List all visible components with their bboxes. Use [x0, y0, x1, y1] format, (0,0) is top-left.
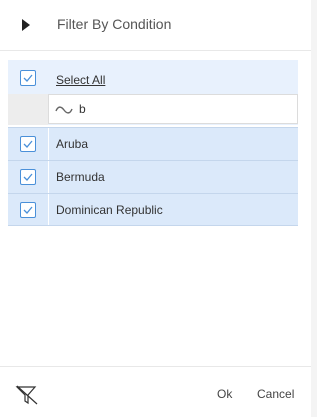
- cancel-button[interactable]: Cancel: [257, 387, 294, 401]
- list-item-label: Dominican Republic: [56, 203, 163, 217]
- ok-button[interactable]: Ok: [217, 387, 232, 401]
- clear-filter-icon[interactable]: [15, 385, 39, 410]
- list-item-checkbox[interactable]: [20, 202, 36, 218]
- filter-by-condition-label[interactable]: Filter By Condition: [57, 16, 171, 32]
- list-item[interactable]: Dominican Republic: [8, 193, 298, 226]
- list-item[interactable]: Aruba: [8, 127, 298, 160]
- list-item-check-cell: [8, 161, 49, 193]
- filter-header: Filter By Condition: [0, 0, 311, 51]
- search-box[interactable]: [48, 94, 298, 124]
- check-icon: [23, 74, 33, 82]
- filter-footer: Ok Cancel: [0, 366, 311, 418]
- list-item-checkbox[interactable]: [20, 136, 36, 152]
- list-item-label: Aruba: [56, 137, 89, 151]
- check-icon: [23, 173, 33, 181]
- search-input[interactable]: [79, 101, 279, 117]
- list-item[interactable]: Bermuda: [8, 160, 298, 193]
- search-gutter: [8, 94, 48, 125]
- check-icon: [23, 140, 33, 148]
- filter-panel: Filter By Condition Select All b Aruba B…: [0, 0, 312, 417]
- list-item-label: Bermuda: [56, 170, 105, 184]
- select-all-checkbox[interactable]: [20, 70, 36, 86]
- select-all-label[interactable]: Select All: [56, 60, 105, 94]
- select-all-check-cell: [8, 60, 48, 94]
- panel-edge: [311, 0, 317, 417]
- expand-arrow-icon[interactable]: [22, 18, 30, 36]
- approximate-search-icon: [55, 103, 73, 121]
- select-all-row[interactable]: Select All: [8, 60, 298, 94]
- list-item-check-cell: [8, 128, 49, 160]
- check-icon: [23, 206, 33, 214]
- list-item-checkbox[interactable]: [20, 169, 36, 185]
- search-row: [8, 94, 298, 125]
- list-item-check-cell: [8, 194, 49, 225]
